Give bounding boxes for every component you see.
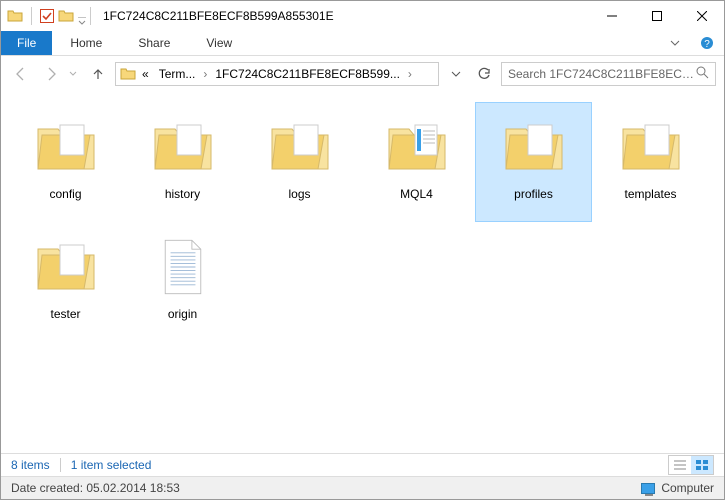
up-button[interactable] [87,63,109,85]
ribbon-tabs: File Home Share View ? [1,31,724,56]
item-label: MQL4 [400,187,433,201]
properties-icon[interactable] [40,9,54,23]
item-label: origin [168,307,197,321]
window-controls [589,1,724,31]
folder-icon [264,111,336,183]
navigation-bar: « Term... › 1FC724C8C211BFE8ECF8B599... … [1,56,724,92]
search-placeholder: Search 1FC724C8C211BFE8ECF8B599... [508,67,696,81]
item-count: 8 items [11,458,50,472]
app-icon[interactable] [7,8,23,24]
tab-share[interactable]: Share [120,31,188,55]
item-label: logs [288,187,310,201]
tab-view[interactable]: View [188,31,250,55]
help-icon[interactable]: ? [690,31,724,55]
computer-indicator: Computer [641,481,714,495]
item-label: config [49,187,81,201]
folder-item[interactable]: profiles [475,102,592,222]
folder-item[interactable]: history [124,102,241,222]
maximize-button[interactable] [634,1,679,31]
status-bar: 8 items 1 item selected [1,453,724,476]
icons-view-button[interactable] [691,456,713,474]
folder-icon [30,231,102,303]
quick-access-toolbar [7,7,86,25]
tab-home[interactable]: Home [52,31,120,55]
details-view-button[interactable] [669,456,691,474]
address-dropdown-icon[interactable] [445,63,467,85]
item-label: tester [50,307,80,321]
folder-icon [120,66,136,82]
close-button[interactable] [679,1,724,31]
window-title: 1FC724C8C211BFE8ECF8B599A855301E [103,9,589,23]
view-switcher [668,455,714,475]
address-bar[interactable]: « Term... › 1FC724C8C211BFE8ECF8B599... … [115,62,439,86]
search-input[interactable]: Search 1FC724C8C211BFE8ECF8B599... [501,62,716,86]
file-tab[interactable]: File [1,31,52,55]
folder-icon [498,111,570,183]
file-icon [147,231,219,303]
computer-icon [641,483,655,494]
date-created: Date created: 05.02.2014 18:53 [11,481,180,495]
title-bar: 1FC724C8C211BFE8ECF8B599A855301E [1,1,724,31]
chevron-right-icon[interactable]: › [201,67,209,81]
breadcrumb-part[interactable]: Term... [155,67,200,81]
folder-icon [615,111,687,183]
item-label: profiles [514,187,553,201]
svg-text:?: ? [704,39,710,50]
folder-icon [381,111,453,183]
chevron-right-icon[interactable]: › [406,67,414,81]
folder-item[interactable]: config [7,102,124,222]
forward-button[interactable] [39,62,63,86]
folder-icon [30,111,102,183]
item-label: history [165,187,200,201]
folder-item[interactable]: tester [7,222,124,342]
search-icon [696,66,709,82]
details-bar: Date created: 05.02.2014 18:53 Computer [1,476,724,499]
refresh-button[interactable] [473,63,495,85]
breadcrumb-prefix[interactable]: « [138,67,153,81]
computer-label: Computer [661,481,714,495]
item-label: templates [624,187,676,201]
selection-count: 1 item selected [71,458,152,472]
file-item[interactable]: origin [124,222,241,342]
new-folder-icon[interactable] [58,8,74,24]
history-dropdown-icon[interactable] [69,65,81,83]
breadcrumb-part[interactable]: 1FC724C8C211BFE8ECF8B599... [211,67,404,81]
folder-icon [147,111,219,183]
folder-item[interactable]: MQL4 [358,102,475,222]
ribbon-expand-icon[interactable] [660,31,690,55]
back-button[interactable] [9,62,33,86]
folder-item[interactable]: logs [241,102,358,222]
folder-view[interactable]: config history logs MQL4 profiles templates te… [1,92,724,453]
qat-dropdown-icon[interactable] [78,12,86,20]
folder-item[interactable]: templates [592,102,709,222]
minimize-button[interactable] [589,1,634,31]
